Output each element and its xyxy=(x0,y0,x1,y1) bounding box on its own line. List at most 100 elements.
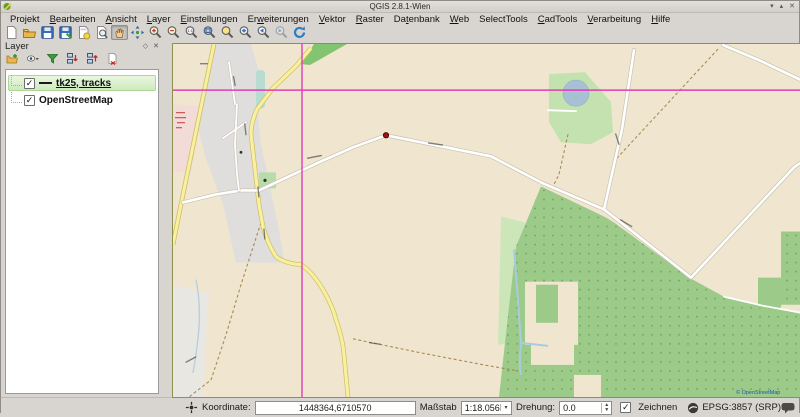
osm-attribution: © OpenStreetMap xyxy=(736,389,780,396)
osm-forest-right-2 xyxy=(758,278,781,308)
scale-label: Maßstab xyxy=(420,402,457,413)
menu-item-cadtools[interactable]: CadTools xyxy=(533,14,583,25)
layer-row-0[interactable]: ✓ tk25, tracks xyxy=(8,75,156,91)
svg-text:1:1: 1:1 xyxy=(187,28,193,33)
close-panel-button[interactable]: ✕ xyxy=(153,42,159,51)
menu-item-einstellungen[interactable]: Einstellungen xyxy=(176,14,243,25)
expand-all-button[interactable] xyxy=(64,54,80,68)
expand-all-icon xyxy=(66,52,79,70)
rotation-spinbox[interactable]: 0.0 ▲▼ xyxy=(559,401,612,415)
pan-map-button[interactable] xyxy=(111,25,128,40)
shade-window-button[interactable]: ▾ xyxy=(770,2,774,11)
menu-item-layer[interactable]: Layer xyxy=(142,14,176,25)
town-poi-marker xyxy=(240,151,243,154)
close-window-button[interactable]: ✕ xyxy=(789,2,795,11)
refresh-icon xyxy=(292,25,307,40)
main-toolbar: 1:1 xyxy=(1,25,799,40)
menu-item-erweiterungen[interactable]: Erweiterungen xyxy=(243,14,314,25)
save-project-as-button[interactable] xyxy=(57,25,74,40)
main-area: Layer ◇ ✕ ✓ tk25, tracks ✓ OpenStreetMap xyxy=(1,40,799,397)
chevron-down-icon[interactable]: ▾ xyxy=(500,404,511,411)
map-canvas[interactable]: © OpenStreetMap xyxy=(172,43,800,398)
waypoint-marker xyxy=(383,133,388,138)
zoom-to-selection-button[interactable] xyxy=(219,25,236,40)
save-project-as-icon xyxy=(58,25,73,40)
pan-to-selection-button[interactable] xyxy=(129,25,146,40)
layer-name: OpenStreetMap xyxy=(39,95,113,106)
new-project-button[interactable] xyxy=(3,25,20,40)
maximize-window-button[interactable]: ▴ xyxy=(780,2,784,11)
zoom-next-icon xyxy=(274,25,289,40)
render-checkbox[interactable]: ✓ xyxy=(620,402,631,413)
osm-pond xyxy=(563,80,589,106)
layer-tree[interactable]: ✓ tk25, tracks ✓ OpenStreetMap xyxy=(5,69,159,394)
zoom-to-layer-button[interactable] xyxy=(237,25,254,40)
layer-name: tk25, tracks xyxy=(56,78,111,89)
manage-visibility-button[interactable] xyxy=(24,54,40,68)
zoom-native-icon: 1:1 xyxy=(184,25,199,40)
spinner-arrows-icon[interactable]: ▲▼ xyxy=(601,403,611,413)
scale-value: 1:18.056 xyxy=(462,403,500,413)
coordinate-label: Koordinate: xyxy=(202,402,251,413)
crs-status-button[interactable]: EPSG:3857 (SRP) xyxy=(687,402,781,414)
layers-panel: Layer ◇ ✕ ✓ tk25, tracks ✓ OpenStreetMap xyxy=(1,40,163,397)
layers-panel-title: Layer xyxy=(5,41,29,52)
open-project-button[interactable] xyxy=(21,25,38,40)
zoom-out-button[interactable] xyxy=(165,25,182,40)
osm-clearing-2 xyxy=(531,337,574,365)
add-group-button[interactable] xyxy=(4,54,20,68)
park-poi-marker xyxy=(263,179,266,182)
layers-panel-toolbar xyxy=(1,53,163,69)
crs-text: EPSG:3857 (SRP) xyxy=(702,402,781,413)
collapse-all-button[interactable] xyxy=(84,54,100,68)
pan-to-selection-icon xyxy=(130,25,145,40)
layer-checkbox[interactable]: ✓ xyxy=(24,95,35,106)
menu-item-selecttools[interactable]: SelectTools xyxy=(474,14,533,25)
new-composer-button[interactable] xyxy=(75,25,92,40)
status-bar: Koordinate: 1448364,6710570 Maßstab 1:18… xyxy=(1,397,799,417)
menu-item-hilfe[interactable]: Hilfe xyxy=(646,14,675,25)
render-label: Zeichnen xyxy=(638,402,677,413)
coordinate-tracking-icon[interactable] xyxy=(185,401,198,414)
zoom-to-layer-icon xyxy=(238,25,253,40)
osm-pale-area xyxy=(173,285,209,397)
zoom-last-button[interactable] xyxy=(255,25,272,40)
zoom-native-button[interactable]: 1:1 xyxy=(183,25,200,40)
tree-guide xyxy=(11,75,22,86)
menu-item-projekt[interactable]: Projekt xyxy=(5,14,45,25)
open-project-icon xyxy=(22,25,37,40)
zoom-in-button[interactable] xyxy=(147,25,164,40)
coordinate-input[interactable]: 1448364,6710570 xyxy=(255,401,416,415)
menu-item-bearbeiten[interactable]: Bearbeiten xyxy=(45,14,101,25)
refresh-button[interactable] xyxy=(291,25,308,40)
zoom-in-icon xyxy=(148,25,163,40)
remove-layer-button[interactable] xyxy=(104,54,120,68)
layer-checkbox[interactable]: ✓ xyxy=(24,78,35,89)
menu-bar: ProjektBearbeitenAnsichtLayerEinstellung… xyxy=(1,13,799,25)
manage-visibility-icon xyxy=(26,52,39,70)
float-panel-button[interactable]: ◇ xyxy=(143,42,148,51)
save-project-button[interactable] xyxy=(39,25,56,40)
composer-manager-icon xyxy=(94,25,109,40)
filter-legend-button[interactable] xyxy=(44,54,60,68)
scale-combobox[interactable]: 1:18.056 ▾ xyxy=(461,401,512,415)
zoom-to-selection-icon xyxy=(220,25,235,40)
composer-manager-button[interactable] xyxy=(93,25,110,40)
title-bar: QGIS 2.8.1-Wien ▾ ▴ ✕ xyxy=(1,1,799,13)
messages-balloon-icon[interactable] xyxy=(781,402,795,414)
zoom-out-icon xyxy=(166,25,181,40)
zoom-last-icon xyxy=(256,25,271,40)
menu-item-raster[interactable]: Raster xyxy=(351,14,389,25)
new-project-icon xyxy=(4,25,19,40)
zoom-full-button[interactable] xyxy=(201,25,218,40)
menu-item-ansicht[interactable]: Ansicht xyxy=(101,14,142,25)
crs-globe-icon xyxy=(687,402,699,414)
window-title: QGIS 2.8.1-Wien xyxy=(1,2,799,11)
menu-item-web[interactable]: Web xyxy=(445,14,474,25)
menu-item-vektor[interactable]: Vektor xyxy=(314,14,351,25)
zoom-next-button[interactable] xyxy=(273,25,290,40)
menu-item-datenbank[interactable]: Datenbank xyxy=(389,14,445,25)
osm-forest-right-dots xyxy=(781,232,800,305)
menu-item-verarbeitung[interactable]: Verarbeitung xyxy=(582,14,646,25)
layer-row-1[interactable]: ✓ OpenStreetMap xyxy=(8,92,156,108)
